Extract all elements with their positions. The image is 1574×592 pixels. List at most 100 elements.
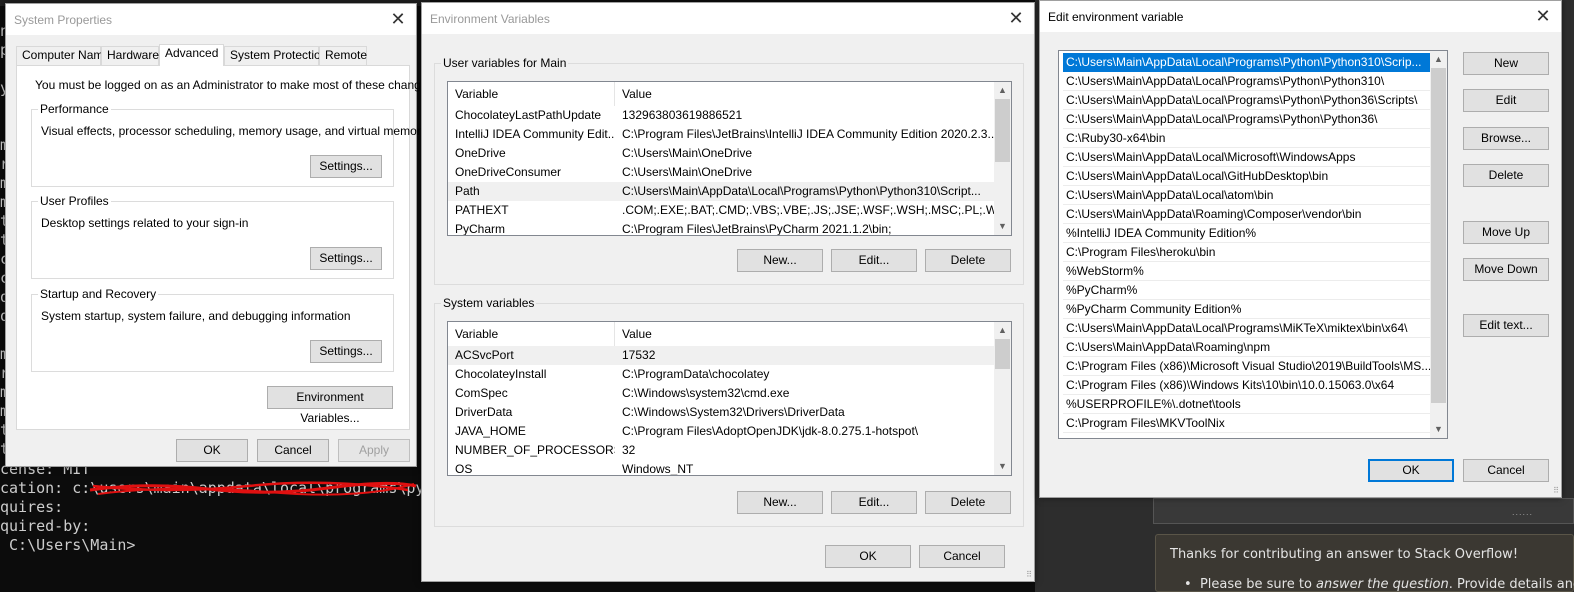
path-entry[interactable]: C:\Program Files\MKVToolNix [1063,414,1431,433]
path-entry[interactable]: C:\Program Files (x86)\Microsoft Visual … [1063,357,1431,376]
scroll-thumb[interactable] [995,99,1010,162]
cancel-button[interactable]: Cancel [1463,459,1549,482]
delete-button[interactable]: Delete [1463,164,1549,187]
table-row[interactable]: ChocolateyLastPathUpdate 1329638036198865… [448,106,994,125]
ok-button[interactable]: OK [176,439,248,462]
scroll-up-icon[interactable]: ▲ [1430,51,1447,68]
user-delete-button[interactable]: Delete [925,249,1011,272]
browse-button[interactable]: Browse... [1463,127,1549,150]
table-row[interactable]: PyCharm C:\Program Files\JetBrains\PyChar… [448,220,994,236]
variable-value: C:\Program Files\JetBrains\PyCharm 2021.… [622,222,892,236]
user-profiles-settings-button[interactable]: Settings... [310,247,382,270]
variable-value: C:\Windows\System32\Drivers\DriverData [622,405,845,419]
ok-button[interactable]: OK [1368,459,1454,482]
performance-settings-button[interactable]: Settings... [310,155,382,178]
column-header-value[interactable]: Value [615,82,995,106]
path-entry[interactable]: C:\Users\Main\AppData\Local\Programs\Pyt… [1063,72,1431,91]
system-edit-button[interactable]: Edit... [831,491,917,514]
system-new-button[interactable]: New... [737,491,823,514]
table-row[interactable]: OneDriveConsumer C:\Users\Main\OneDrive [448,163,994,182]
group-label: System variables [441,296,537,310]
table-row[interactable]: JAVA_HOME C:\Program Files\AdoptOpenJDK\j… [448,422,994,441]
move-up-button[interactable]: Move Up [1463,221,1549,244]
path-entry[interactable]: %PyCharm Community Edition% [1063,300,1431,319]
variable-value: C:\ProgramData\chocolatey [622,367,770,381]
scroll-thumb[interactable] [995,339,1010,369]
column-header-variable[interactable]: Variable [448,82,615,106]
terminal-prompt[interactable]: C:\Users\Main> [0,536,424,555]
table-row[interactable]: Path C:\Users\Main\AppData\Local\Programs… [448,182,994,201]
titlebar[interactable]: System Properties ✕ [6,4,416,35]
cancel-button[interactable]: Cancel [257,439,329,462]
cancel-button[interactable]: Cancel [919,545,1005,568]
user-edit-button[interactable]: Edit... [831,249,917,272]
tab-hardware[interactable]: Hardware [101,46,159,65]
ok-button[interactable]: OK [825,545,911,568]
scroll-down-icon[interactable]: ▼ [1430,421,1447,438]
edit-text-button[interactable]: Edit text... [1463,314,1549,337]
resize-grip-icon[interactable]: ...... [1512,507,1533,517]
table-row[interactable]: ComSpec C:\Windows\system32\cmd.exe [448,384,994,403]
system-delete-button[interactable]: Delete [925,491,1011,514]
titlebar[interactable]: Environment Variables ✕ [422,3,1034,34]
close-icon[interactable]: ✕ [1533,6,1553,26]
path-entry[interactable]: C:\Ruby30-x64\bin [1063,129,1431,148]
tab-remote[interactable]: Remote [319,46,367,65]
path-entry[interactable]: %IntelliJ IDEA Community Edition% [1063,224,1431,243]
table-row[interactable]: PATHEXT .COM;.EXE;.BAT;.CMD;.VBS;.VBE;.JS… [448,201,994,220]
close-icon[interactable]: ✕ [1006,8,1026,28]
path-entry[interactable]: %WebStorm% [1063,262,1431,281]
path-entry[interactable]: %PyCharm% [1063,281,1431,300]
environment-variables-button[interactable]: Environment Variables... [267,386,393,425]
titlebar[interactable]: Edit environment variable ✕ [1040,1,1561,32]
tab-advanced[interactable]: Advanced [159,44,224,66]
scroll-down-icon[interactable]: ▼ [994,458,1011,475]
close-icon[interactable]: ✕ [388,9,408,29]
path-entry[interactable]: C:\Program Files\heroku\bin [1063,243,1431,262]
table-row[interactable]: ACSvcPort 17532 [448,346,994,365]
vertical-scrollbar[interactable]: ▲ ▼ [994,322,1011,475]
startup-recovery-settings-button[interactable]: Settings... [310,340,382,363]
tab-computer-name[interactable]: Computer Name [16,46,110,65]
table-row[interactable]: OneDrive C:\Users\Main\OneDrive [448,144,994,163]
apply-button[interactable]: Apply [338,439,410,462]
vertical-scrollbar[interactable]: ▲ ▼ [1430,51,1447,438]
column-header-variable[interactable]: Variable [448,322,615,346]
path-entry[interactable]: C:\Users\Main\AppData\Local\Programs\Pyt… [1063,110,1431,129]
tab-system-protection[interactable]: System Protection [224,46,327,65]
path-entry[interactable]: C:\Users\Main\AppData\Local\atom\bin [1063,186,1431,205]
table-row[interactable]: DriverData C:\Windows\System32\Drivers\Dr… [448,403,994,422]
table-row[interactable]: ChocolateyInstall C:\ProgramData\chocolat… [448,365,994,384]
path-entry[interactable]: C:\Users\Main\AppData\Roaming\Composer\v… [1063,205,1431,224]
path-entry[interactable]: C:\Users\Main\AppData\Local\Programs\MiK… [1063,319,1431,338]
system-variables-group: System variables Variable Value ACSvcPor… [434,296,1024,527]
vertical-scrollbar[interactable]: ▲ ▼ [994,82,1011,235]
scroll-up-icon[interactable]: ▲ [994,82,1011,99]
table-row[interactable]: IntelliJ IDEA Community Edit... C:\Progra… [448,125,994,144]
path-entry[interactable]: C:\Users\Main\AppData\Roaming\npm [1063,338,1431,357]
scroll-up-icon[interactable]: ▲ [994,322,1011,339]
scroll-thumb[interactable] [1431,68,1446,403]
user-new-button[interactable]: New... [737,249,823,272]
path-entry[interactable]: C:\Users\Main\AppData\Local\GitHubDeskto… [1063,167,1431,186]
move-down-button[interactable]: Move Down [1463,258,1549,281]
table-row[interactable]: NUMBER_OF_PROCESSORS 32 [448,441,994,460]
resize-grip-icon[interactable]: ⠿ [1553,487,1559,495]
path-entry[interactable]: C:\Users\Main\AppData\Local\Microsoft\Wi… [1063,148,1431,167]
system-variables-list[interactable]: Variable Value ACSvcPort 17532 ChocolateyI… [447,321,1012,476]
path-entries-list[interactable]: C:\Users\Main\AppData\Local\Programs\Pyt… [1058,50,1448,439]
resize-grip-icon[interactable]: ⠿ [1026,571,1032,579]
path-entry[interactable]: %USERPROFILE%\.dotnet\tools [1063,395,1431,414]
edit-button[interactable]: Edit [1463,89,1549,112]
scroll-down-icon[interactable]: ▼ [994,218,1011,235]
table-row[interactable]: OS Windows_NT [448,460,994,475]
new-button[interactable]: New [1463,52,1549,75]
editor-resize-bar[interactable]: ...... [1153,498,1574,524]
list-rows: C:\Users\Main\AppData\Local\Programs\Pyt… [1063,53,1431,433]
dialog-title: Edit environment variable [1048,10,1184,24]
path-entry[interactable]: C:\Program Files (x86)\Windows Kits\10\b… [1063,376,1431,395]
user-variables-list[interactable]: Variable Value ChocolateyLastPathUpdate 1… [447,81,1012,236]
path-entry[interactable]: C:\Users\Main\AppData\Local\Programs\Pyt… [1063,53,1431,72]
column-header-value[interactable]: Value [615,322,995,346]
path-entry[interactable]: C:\Users\Main\AppData\Local\Programs\Pyt… [1063,91,1431,110]
